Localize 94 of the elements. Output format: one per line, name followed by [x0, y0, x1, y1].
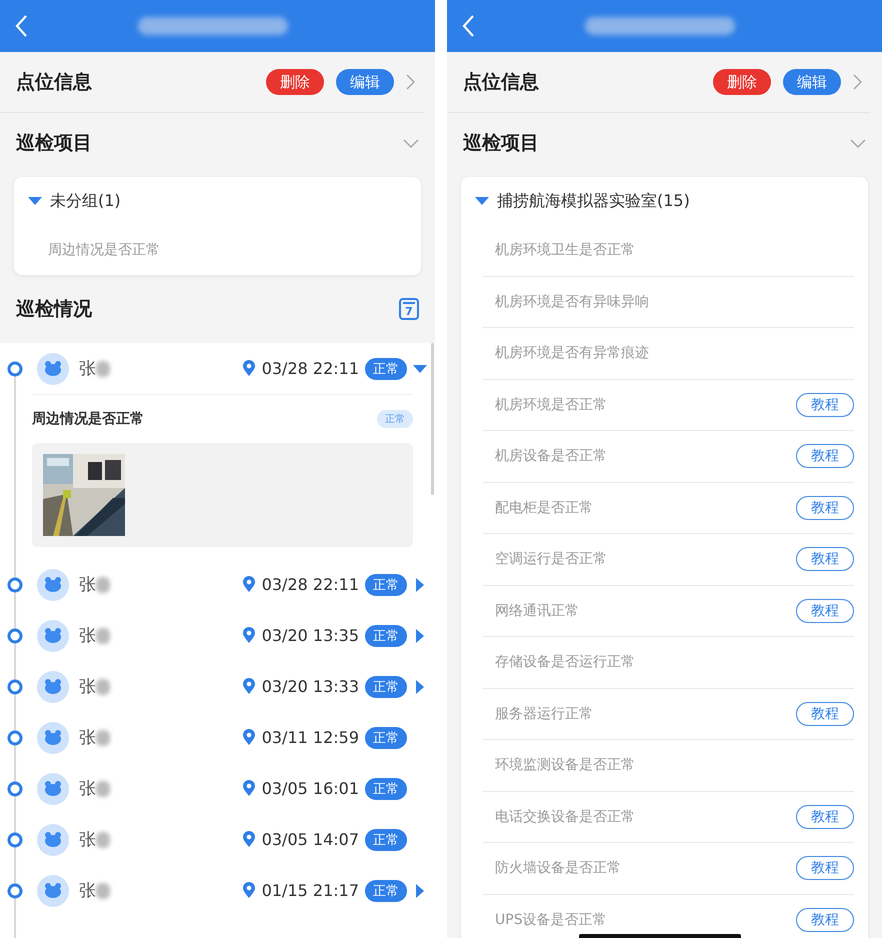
check-item: UPS设备是否正常 [495, 910, 607, 929]
record-time: 03/20 13:35 [262, 626, 359, 645]
timeline-node-icon [7, 628, 23, 644]
check-item: 存储设备是否运行正常 [495, 653, 635, 672]
status-badge: 正常 [377, 410, 413, 428]
back-icon[interactable] [461, 14, 475, 38]
timeline-node-icon [7, 360, 23, 376]
section-title: 巡检项目 [16, 131, 92, 156]
tutorial-button[interactable]: 教程 [796, 702, 854, 726]
tutorial-button[interactable]: 教程 [796, 547, 854, 572]
user-name: 张 [79, 574, 96, 596]
group-title[interactable]: 未分组(1) [50, 190, 121, 212]
check-item: 环境监测设备是否正常 [495, 756, 635, 774]
avatar-icon [37, 568, 69, 600]
timeline-node-icon [7, 576, 23, 592]
blurred-name [96, 730, 110, 746]
status-badge: 正常 [365, 358, 407, 380]
tutorial-button[interactable]: 教程 [796, 856, 854, 880]
avatar-icon [37, 722, 69, 754]
status-badge: 正常 [365, 828, 407, 850]
user-name: 张 [79, 880, 96, 902]
blurred-name [96, 628, 110, 644]
chevron-right-icon[interactable] [853, 74, 862, 90]
blurred-name [96, 832, 110, 848]
edit-button[interactable]: 编辑 [336, 69, 394, 95]
tutorial-button[interactable]: 教程 [796, 908, 854, 932]
status-badge: 正常 [365, 574, 407, 596]
check-item: 机房环境是否有异味异响 [495, 292, 649, 311]
avatar-icon [37, 874, 69, 906]
blurred-name [96, 576, 110, 592]
blurred-name [96, 780, 110, 796]
status-badge: 正常 [365, 676, 407, 698]
triangle-icon[interactable] [475, 196, 489, 206]
user-name: 张 [79, 727, 96, 749]
tutorial-button[interactable]: 教程 [796, 804, 854, 829]
tutorial-button[interactable]: 教程 [796, 496, 854, 520]
blurred-name [96, 360, 110, 376]
check-item: 服务器运行正常 [495, 704, 593, 723]
check-item: 机房环境是否有异常痕迹 [495, 344, 649, 362]
calendar-icon[interactable]: 7 [399, 298, 419, 320]
section-title: 巡检情况 [16, 297, 92, 322]
triangle-icon[interactable] [28, 196, 42, 206]
record-time: 03/05 16:01 [262, 779, 359, 798]
user-name: 张 [79, 778, 96, 800]
chevron-down-icon[interactable] [850, 138, 866, 148]
check-item: 网络通讯正常 [495, 602, 579, 620]
check-item: 配电柜是否正常 [495, 498, 593, 517]
record-time: 03/28 22:11 [262, 359, 359, 378]
blurred-name [96, 882, 110, 898]
record-time: 01/15 21:17 [262, 881, 359, 900]
status-badge: 正常 [365, 726, 407, 748]
tutorial-button[interactable]: 教程 [796, 598, 854, 623]
status-badge: 正常 [365, 624, 407, 646]
tutorial-button[interactable]: 教程 [796, 444, 854, 468]
check-item: 周边情况是否正常 [32, 410, 144, 428]
record-time: 03/05 14:07 [262, 830, 359, 849]
blurred-name [96, 678, 110, 694]
check-item: 空调运行是否正常 [495, 550, 607, 568]
tutorial-button[interactable]: 教程 [796, 392, 854, 417]
section-title: 点位信息 [16, 70, 92, 95]
user-name: 张 [79, 358, 96, 380]
record-time: 03/28 22:11 [262, 575, 359, 594]
check-item: 机房设备是否正常 [495, 447, 607, 466]
avatar-icon [37, 670, 69, 702]
check-item: 周边情况是否正常 [48, 241, 160, 259]
timeline-node-icon [7, 780, 23, 796]
status-badge: 正常 [365, 778, 407, 800]
chevron-down-icon[interactable] [403, 138, 419, 148]
chevron-right-icon[interactable] [406, 74, 415, 90]
record-time: 03/11 12:59 [262, 728, 359, 747]
check-item: 机房环境是否正常 [495, 396, 607, 414]
timeline-node-icon [7, 730, 23, 746]
section-title: 点位信息 [463, 70, 539, 95]
check-item: 机房环境卫生是否正常 [495, 241, 635, 260]
user-name: 张 [79, 676, 96, 698]
check-item: 电话交换设备是否正常 [495, 808, 635, 826]
check-item: 防火墙设备是否正常 [495, 859, 621, 878]
group-title[interactable]: 捕捞航海模拟器实验室(15) [497, 190, 690, 212]
back-icon[interactable] [14, 14, 28, 38]
delete-button[interactable]: 删除 [266, 69, 324, 95]
section-title: 巡检项目 [463, 131, 539, 156]
avatar-icon [37, 772, 69, 804]
status-badge: 正常 [365, 880, 407, 902]
timeline-node-icon [7, 678, 23, 694]
avatar-icon [37, 620, 69, 652]
avatar-icon [37, 352, 69, 384]
timeline-node-icon [7, 832, 23, 848]
record-time: 03/20 13:33 [262, 677, 359, 696]
user-name: 张 [79, 829, 96, 851]
timeline-node-icon [7, 882, 23, 898]
avatar-icon [37, 824, 69, 856]
delete-button[interactable]: 删除 [713, 69, 771, 95]
user-name: 张 [79, 625, 96, 647]
edit-button[interactable]: 编辑 [783, 69, 841, 95]
